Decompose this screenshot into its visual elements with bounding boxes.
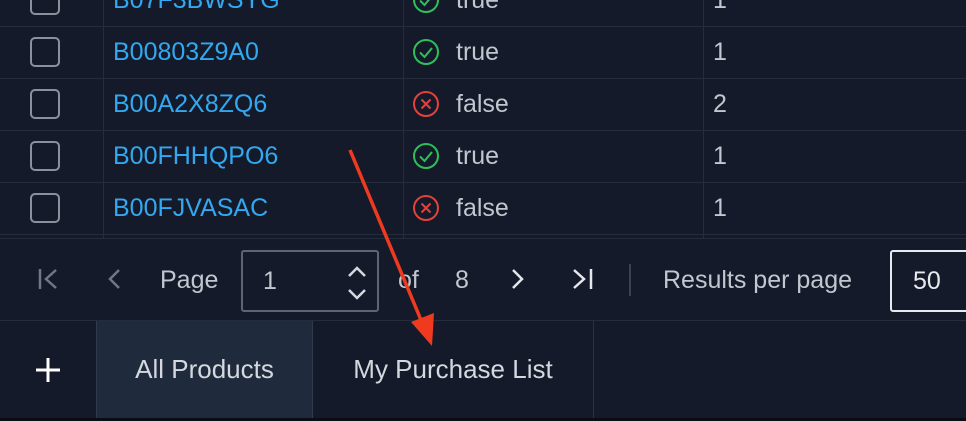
increment-page-icon[interactable]: [347, 266, 367, 278]
table-row[interactable]: B00A2X8ZQ6 false 2: [0, 78, 966, 131]
pagination-bar: Page 1 of 8 Results per page 50: [0, 238, 966, 321]
product-sku-link[interactable]: B00A2X8ZQ6: [113, 78, 267, 130]
row-select-checkbox[interactable]: [30, 89, 60, 119]
in-stock-value: true: [456, 38, 500, 66]
in-stock-value: false: [456, 90, 509, 118]
in-stock-value: true: [456, 142, 500, 170]
product-sku-link[interactable]: B00FJVASAC: [113, 182, 268, 234]
plus-icon: [36, 358, 60, 382]
chevron-left-icon: [108, 269, 120, 289]
page-number-input[interactable]: 1: [241, 250, 379, 312]
table-row[interactable]: B00FHHQPO6 true 1: [0, 130, 966, 183]
page-label: Page: [160, 266, 219, 294]
check-circle-icon: [413, 143, 439, 169]
row-select-checkbox[interactable]: [30, 141, 60, 171]
last-page-button[interactable]: [564, 261, 600, 297]
quantity-value: 2: [713, 90, 727, 118]
in-stock-value: true: [456, 0, 500, 14]
tab-all-products[interactable]: All Products: [96, 321, 313, 419]
row-select-checkbox[interactable]: [30, 0, 60, 15]
product-sku-link[interactable]: B07F3BWSYG: [113, 0, 280, 26]
table-row[interactable]: B00FJVASAC false 1: [0, 182, 966, 235]
quantity-value: 1: [713, 38, 727, 66]
product-sku-link[interactable]: B00803Z9A0: [113, 26, 259, 78]
page-of-label: of: [398, 266, 419, 294]
x-circle-icon: [413, 195, 439, 221]
first-page-icon: [38, 269, 57, 289]
quantity-value: 1: [713, 0, 727, 14]
in-stock-value: false: [456, 194, 509, 222]
pager-divider: [629, 264, 631, 296]
product-sku-link[interactable]: B00FHHQPO6: [113, 130, 278, 182]
tab-my-purchase-list[interactable]: My Purchase List: [313, 321, 594, 419]
check-circle-icon: [413, 0, 439, 13]
x-circle-icon: [413, 91, 439, 117]
results-per-page-label: Results per page: [663, 266, 853, 294]
previous-page-button[interactable]: [96, 261, 132, 297]
page-number-value: 1: [263, 267, 277, 295]
results-per-page-select[interactable]: 50: [890, 250, 966, 312]
table-row[interactable]: B07F3BWSYG true 1: [0, 0, 966, 27]
row-select-checkbox[interactable]: [30, 37, 60, 67]
first-page-button[interactable]: [30, 261, 66, 297]
data-grid: B07F3BWSYG true 1 B00803Z9A0 true 1 B00A…: [0, 0, 966, 238]
table-row[interactable]: B00803Z9A0 true 1: [0, 26, 966, 79]
last-page-icon: [573, 269, 593, 289]
quantity-value: 1: [713, 142, 727, 170]
next-page-button[interactable]: [499, 261, 535, 297]
results-per-page-value: 50: [913, 267, 941, 295]
add-tab-button[interactable]: [0, 321, 96, 419]
sheet-tab-bar: All Products My Purchase List: [0, 320, 966, 421]
check-circle-icon: [413, 39, 439, 65]
decrement-page-icon[interactable]: [347, 288, 367, 300]
quantity-value: 1: [713, 194, 727, 222]
chevron-right-icon: [512, 269, 524, 289]
row-select-checkbox[interactable]: [30, 193, 60, 223]
total-pages: 8: [455, 266, 469, 294]
